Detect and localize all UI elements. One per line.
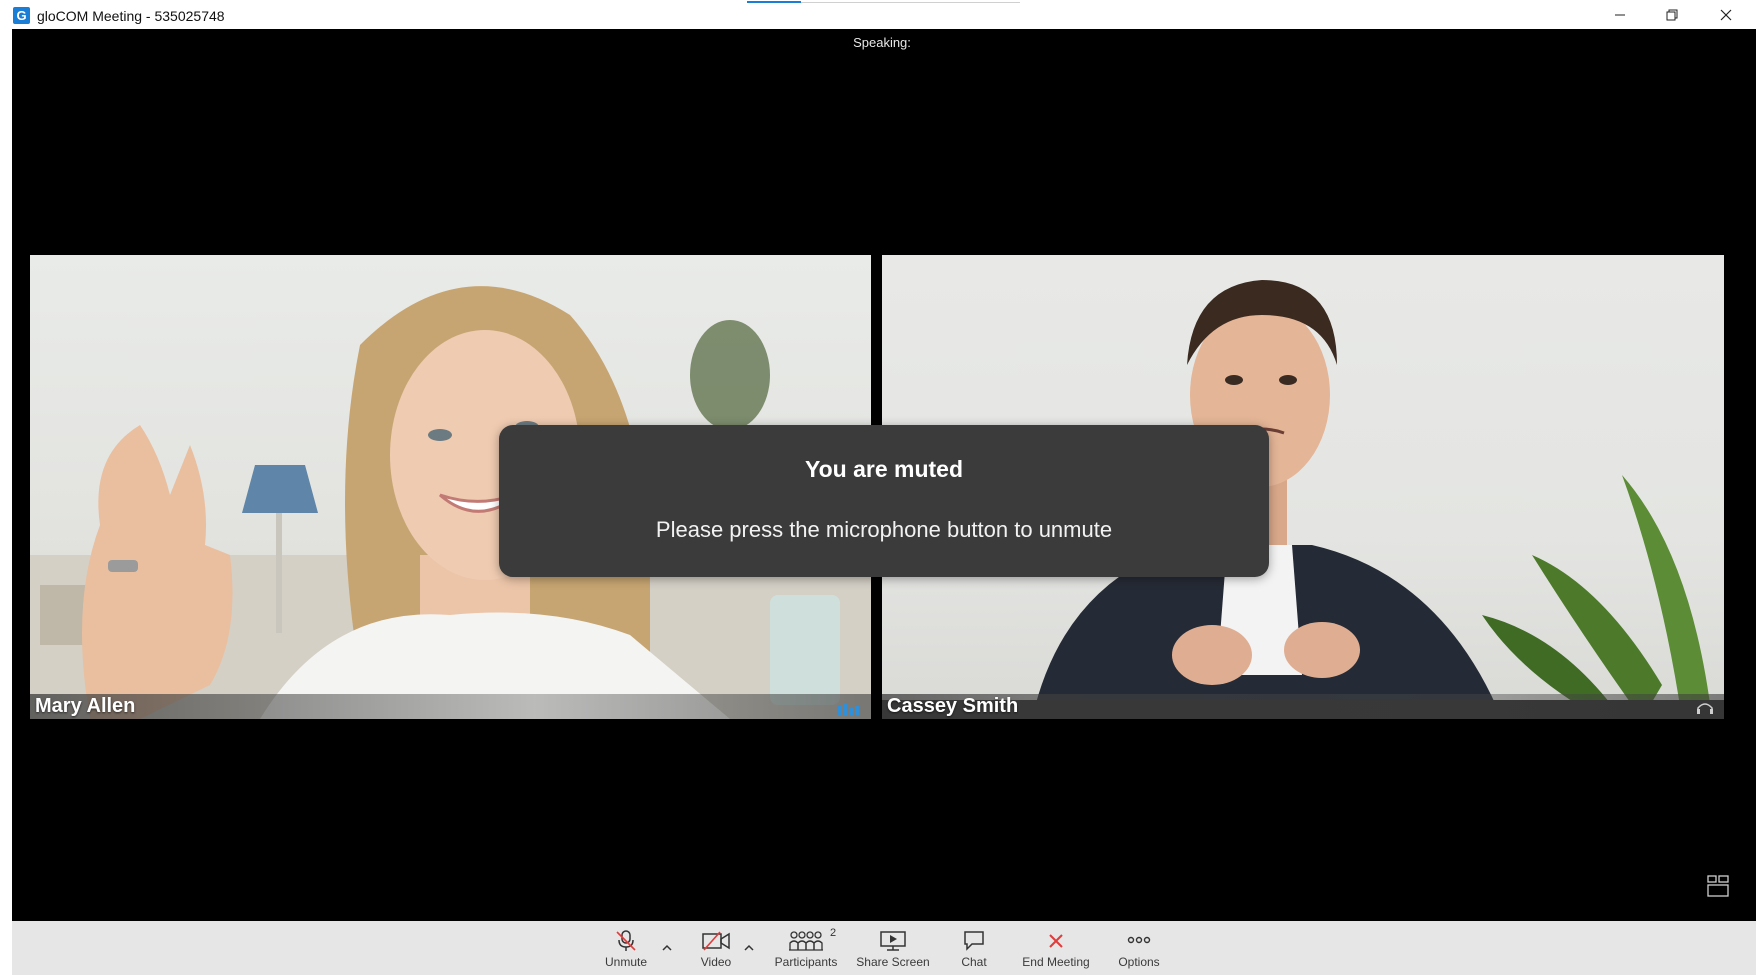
- chevron-up-icon: [744, 944, 754, 951]
- restore-button[interactable]: [1646, 0, 1698, 29]
- chevron-up-icon: [662, 944, 672, 951]
- headset-icon: [1697, 703, 1713, 714]
- options-label: Options: [1118, 955, 1160, 969]
- toast-title: You are muted: [804, 456, 964, 482]
- muted-notification: You are muted Please press the microphon…: [499, 425, 1269, 577]
- chat-icon: [964, 931, 984, 951]
- end-meeting-label: End Meeting: [1022, 955, 1090, 969]
- participants-label: Participants: [774, 955, 838, 969]
- video-button[interactable]: Video: [682, 921, 750, 975]
- speaking-label: Speaking:: [853, 35, 911, 50]
- participants-count-badge: 2: [830, 927, 837, 939]
- share-screen-label: Share Screen: [856, 955, 930, 969]
- meeting-toolbar: Unmute Video Participants 2 Share Screen…: [12, 921, 1756, 975]
- close-icon: [1720, 9, 1732, 20]
- more-options-icon: [1127, 936, 1151, 944]
- video-options-caret[interactable]: [741, 939, 757, 953]
- title-progress-tabs: [747, 0, 1020, 4]
- chat-label: Chat: [961, 955, 987, 969]
- audio-options-caret[interactable]: [659, 939, 675, 953]
- microphone-muted-icon: [616, 930, 636, 951]
- participant-name: Mary Allen: [35, 695, 136, 717]
- video-label: Video: [700, 955, 732, 969]
- active-tab-indicator: [747, 1, 801, 3]
- unmute-label: Unmute: [604, 955, 648, 969]
- participants-button[interactable]: Participants 2: [764, 921, 848, 975]
- participant-name: Cassey Smith: [887, 695, 1019, 717]
- title-bar: G gloCOM Meeting - 535025748: [0, 0, 1756, 29]
- window-title: gloCOM Meeting - 535025748: [37, 8, 225, 24]
- layout-switch-icon[interactable]: [1707, 875, 1729, 897]
- name-bar: Mary Allen: [30, 694, 871, 719]
- minimize-button[interactable]: [1594, 0, 1646, 29]
- end-meeting-button[interactable]: End Meeting: [1012, 921, 1100, 975]
- close-icon: [1049, 934, 1063, 948]
- unmute-button[interactable]: Unmute: [592, 921, 660, 975]
- close-button[interactable]: [1700, 0, 1752, 29]
- toast-message: Please press the microphone button to un…: [655, 517, 1113, 542]
- minimize-icon: [1615, 14, 1625, 15]
- tab-track: [801, 2, 1020, 3]
- restore-icon: [1666, 9, 1678, 20]
- meeting-stage: Speaking: Mary Allen Cassey Smith You ar…: [12, 29, 1756, 921]
- participants-icon: [789, 931, 823, 951]
- app-logo-icon: G: [13, 7, 30, 24]
- chat-button[interactable]: Chat: [942, 921, 1006, 975]
- share-screen-icon: [880, 931, 906, 951]
- name-bar: Cassey Smith: [882, 694, 1724, 719]
- options-button[interactable]: Options: [1104, 921, 1174, 975]
- video-off-icon: [702, 931, 730, 951]
- audio-level-icon: [837, 703, 859, 715]
- share-screen-button[interactable]: Share Screen: [848, 921, 938, 975]
